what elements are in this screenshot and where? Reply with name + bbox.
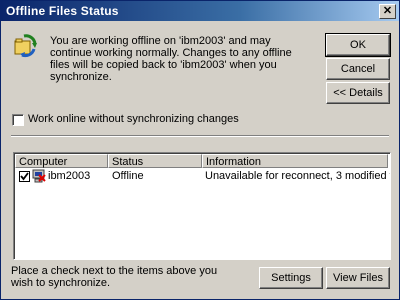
work-online-label[interactable]: Work online without synchronizing change…	[28, 113, 239, 125]
column-header-status[interactable]: Status	[108, 154, 202, 168]
computers-list[interactable]: Computer Status Information ibm2003 Offl…	[13, 152, 391, 260]
details-button[interactable]: << Details	[326, 82, 390, 104]
row-status: Offline	[112, 170, 144, 182]
window-title: Offline Files Status	[6, 4, 119, 18]
column-header-information[interactable]: Information	[202, 154, 388, 168]
status-message: You are working offline on 'ibm2003' and…	[50, 35, 292, 83]
row-information: Unavailable for reconnect, 3 modified fi…	[205, 170, 390, 182]
settings-button[interactable]: Settings	[259, 267, 323, 289]
checkmark-icon	[20, 172, 29, 181]
sync-icon	[14, 34, 37, 58]
computer-offline-icon	[32, 169, 46, 183]
row-checkbox[interactable]	[19, 171, 30, 182]
close-icon: ✕	[382, 5, 393, 17]
work-online-checkbox[interactable]	[12, 114, 24, 126]
offline-files-status-dialog: Offline Files Status ✕ You are working o…	[0, 0, 400, 300]
footer-hint: Place a check next to the items above yo…	[11, 265, 218, 289]
cancel-button[interactable]: Cancel	[326, 58, 390, 80]
close-button[interactable]: ✕	[379, 4, 396, 19]
separator	[11, 135, 389, 137]
ok-button[interactable]: OK	[325, 33, 391, 57]
view-files-button[interactable]: View Files	[326, 267, 390, 289]
column-header-computer[interactable]: Computer	[15, 154, 108, 168]
title-bar[interactable]: Offline Files Status ✕	[1, 1, 399, 21]
row-computer: ibm2003	[48, 170, 91, 182]
